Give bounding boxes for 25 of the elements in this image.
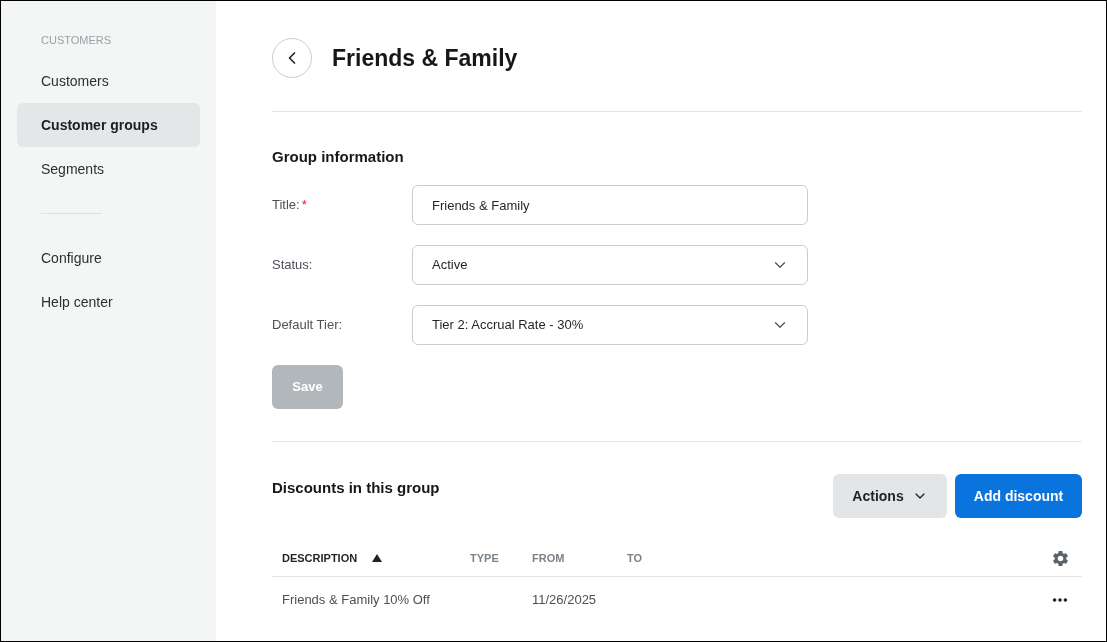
- table-cell-text: 11/26/2025: [532, 591, 597, 610]
- field-label: Status:: [272, 256, 313, 275]
- section-heading: Group information: [272, 147, 404, 167]
- settings-icon[interactable]: [1050, 548, 1070, 568]
- table-cell-text: Friends & Family 10% Off: [282, 591, 430, 610]
- column-header[interactable]: TYPE: [470, 549, 499, 567]
- column-header[interactable]: TO: [627, 549, 643, 567]
- sidebar-item[interactable]: Customers: [17, 59, 200, 103]
- sidebar-item[interactable]: Segments: [17, 147, 200, 191]
- field-label: Default Tier:: [272, 316, 343, 335]
- field-label: Title:: [272, 196, 300, 215]
- required-mark: *: [301, 196, 307, 215]
- select-field[interactable]: Active: [412, 245, 808, 285]
- sidebar-section-title: CUSTOMERS: [41, 32, 112, 48]
- column-header[interactable]: DESCRIPTION: [282, 549, 358, 567]
- sidebar-item[interactable]: Customer groups: [17, 103, 200, 147]
- column-header[interactable]: FROM: [532, 549, 565, 567]
- actions-button[interactable]: Actions: [833, 474, 947, 518]
- section-heading: Discounts in this group: [272, 478, 440, 498]
- sidebar-item[interactable]: Configure: [17, 236, 200, 280]
- select-field[interactable]: Tier 2: Accrual Rate - 30%: [412, 305, 808, 345]
- text-input[interactable]: Friends & Family: [412, 185, 808, 225]
- page-title: Friends & Family: [332, 43, 518, 73]
- add-discount-button[interactable]: Add discount: [955, 474, 1082, 518]
- sidebar-item[interactable]: Help center: [17, 280, 200, 324]
